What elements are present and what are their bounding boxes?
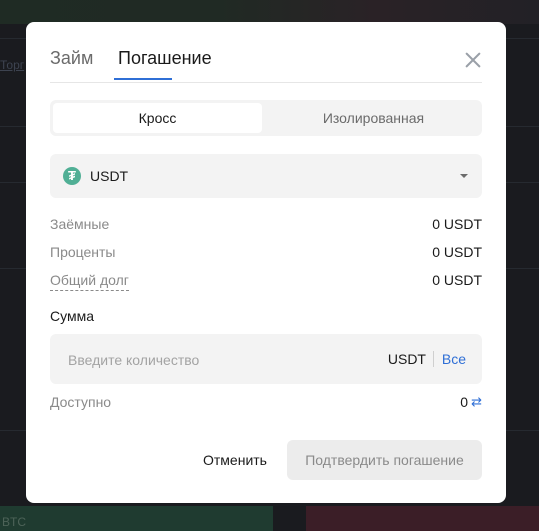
detail-label: Проценты bbox=[50, 244, 116, 260]
detail-value: 0 USDT bbox=[432, 272, 482, 288]
detail-value: 0 USDT bbox=[432, 244, 482, 260]
margin-mode-switch: Кросс Изолированная bbox=[50, 100, 482, 136]
background-buy-area bbox=[0, 506, 273, 531]
background-sell-area bbox=[306, 506, 539, 531]
coin-select[interactable]: ₮ USDT bbox=[50, 154, 482, 198]
amount-label: Сумма bbox=[50, 308, 94, 324]
detail-row-interest: Проценты 0 USDT bbox=[50, 244, 482, 264]
background-btc-label: BTC bbox=[2, 515, 26, 529]
available-label: Доступно bbox=[50, 394, 112, 410]
confirm-repay-button[interactable]: Подтвердить погашение bbox=[287, 440, 482, 480]
max-amount-button[interactable]: Все bbox=[442, 351, 466, 367]
amount-unit: USDT bbox=[387, 351, 426, 367]
background-trade-link: Торг bbox=[0, 58, 25, 72]
detail-value: 0 USDT bbox=[432, 216, 482, 232]
caret-down-icon bbox=[460, 174, 468, 178]
tab-loan[interactable]: Займ bbox=[50, 48, 93, 69]
amount-divider bbox=[433, 351, 434, 367]
mode-isolated-button[interactable]: Изолированная bbox=[268, 103, 479, 133]
amount-field: USDT Все bbox=[50, 334, 482, 386]
active-tab-indicator bbox=[114, 78, 172, 80]
repay-modal: Займ Погашение Кросс Изолированная ₮ USD… bbox=[26, 22, 506, 503]
tab-repay[interactable]: Погашение bbox=[118, 48, 212, 69]
detail-row-total-debt: Общий долг 0 USDT bbox=[50, 272, 482, 292]
tether-icon: ₮ bbox=[63, 167, 81, 185]
detail-row-borrowed: Заёмные 0 USDT bbox=[50, 216, 482, 236]
mode-cross-button[interactable]: Кросс bbox=[53, 103, 262, 133]
transfer-icon[interactable]: ⇄ bbox=[471, 394, 482, 410]
detail-label-tooltip[interactable]: Общий долг bbox=[50, 272, 129, 291]
coin-select-value: USDT bbox=[90, 168, 129, 184]
background-chart-strip bbox=[0, 0, 539, 24]
cancel-button[interactable]: Отменить bbox=[180, 440, 290, 480]
amount-input[interactable] bbox=[66, 334, 370, 386]
available-value: 0 bbox=[460, 394, 468, 410]
detail-label: Заёмные bbox=[50, 216, 110, 232]
close-icon[interactable] bbox=[464, 51, 482, 69]
